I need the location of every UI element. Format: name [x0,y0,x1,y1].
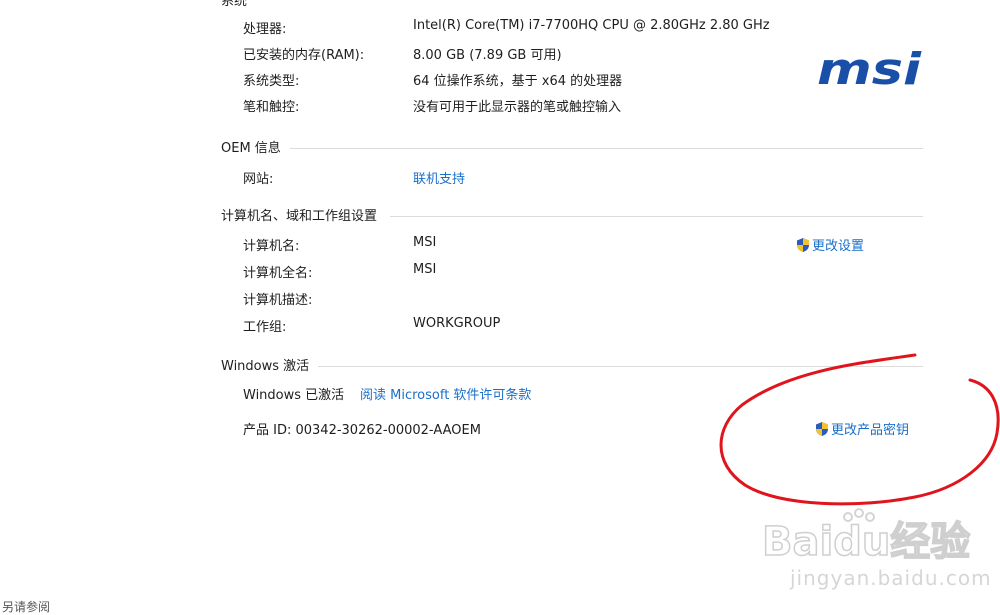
pen-touch-label: 笔和触控: [243,100,300,115]
baidu-watermark-url: jingyan.baidu.com [790,566,992,590]
uac-shield-icon [795,237,811,257]
ram-value: 8.00 GB (7.89 GB 可用) [413,48,562,63]
pen-touch-value: 没有可用于此显示器的笔或触控输入 [413,100,622,115]
product-id: 产品 ID: 00342-30262-00002-AAOEM [243,423,481,438]
online-support-link[interactable]: 联机支持 [413,168,465,187]
msi-logo: msi [815,44,925,95]
license-terms-link[interactable]: 阅读 Microsoft 软件许可条款 [360,384,531,403]
computer-description-label: 计算机描述: [243,293,313,308]
computer-section-title: 计算机名、域和工作组设置 [221,209,378,224]
processor-label: 处理器: [243,22,287,37]
full-computer-name-label: 计算机全名: [243,266,313,281]
watermark-brand: Baidu经验 [762,519,970,565]
red-annotation-circle [719,353,1000,506]
see-also-label: 另请参阅 [2,600,51,614]
activation-status: Windows 已激活 [243,388,345,403]
system-type-label: 系统类型: [243,74,300,89]
baidu-watermark-logo: Baidu经验 [760,505,1000,569]
website-label: 网站: [243,172,274,187]
computer-separator [390,216,923,217]
system-type-value: 64 位操作系统，基于 x64 的处理器 [413,74,623,89]
oem-separator [290,148,923,149]
system-section-title: 系统 [221,0,248,9]
msi-logo-text: msi [817,44,922,94]
workgroup-label: 工作组: [243,320,287,335]
processor-value: Intel(R) Core(TM) i7-7700HQ CPU @ 2.80GH… [413,18,770,33]
ram-label: 已安装的内存(RAM): [243,48,365,63]
oem-section-title: OEM 信息 [221,141,281,156]
change-settings-label: 更改设置 [812,239,865,254]
computer-name-label: 计算机名: [243,239,300,254]
change-settings-button[interactable]: 更改设置 [795,235,864,257]
workgroup-value: WORKGROUP [413,316,501,331]
computer-name-value: MSI [413,235,437,250]
full-computer-name-value: MSI [413,262,437,277]
activation-section-title: Windows 激活 [221,359,310,374]
